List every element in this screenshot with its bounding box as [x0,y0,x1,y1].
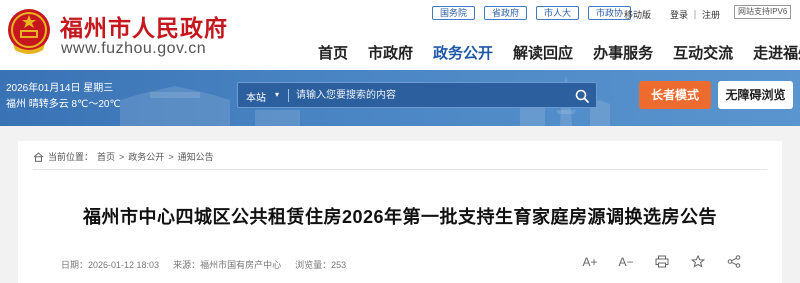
national-emblem-icon[interactable] [5,6,53,58]
search-scope-select[interactable]: 本站 [246,89,266,104]
article-card: 当前位置： 首页 > 政务公开 > 通知公告 福州市中心四城区公共租赁住房202… [18,141,782,283]
search-icon[interactable] [574,88,590,104]
article-meta: 日期：2026-01-12 18:03 来源：福州市国有房产中心 浏览量：253 [61,258,360,271]
nav-about-fuzhou[interactable]: 走进福州 [753,42,800,63]
breadcrumb-separator: > [168,151,174,162]
nav-interaction[interactable]: 互动交流 [673,42,733,63]
home-icon [33,151,44,162]
nav-government-affairs[interactable]: 政务公开 [433,42,493,63]
search-input[interactable] [296,87,566,104]
divider [33,169,767,170]
date-text: 2026年01月14日 星期三 [6,83,114,94]
breadcrumb-item-notices[interactable]: 通知公告 [178,150,214,163]
top-link-province[interactable]: 省政府 [484,6,528,20]
login-register-link[interactable]: 登录 ｜ 注册 [670,8,720,21]
article-tools: A+ A− [579,254,745,270]
accessible-browsing-button[interactable]: 无障碍浏览 [718,81,793,109]
nav-home[interactable]: 首页 [318,42,348,63]
site-domain: www.fuzhou.gov.cn [61,40,207,57]
top-links: 国务院 省政府 市人大 市政协 [432,6,632,20]
elder-mode-button[interactable]: 长者模式 [639,81,711,109]
search-box: 本站 ▾ [237,82,597,108]
chevron-down-icon[interactable]: ▾ [275,90,279,99]
breadcrumb-label: 当前位置： [48,152,94,162]
top-link-state-council[interactable]: 国务院 [432,6,476,20]
share-button[interactable] [723,254,745,270]
breadcrumb-item-government-affairs[interactable]: 政务公开 [128,150,164,163]
breadcrumb-item-home[interactable]: 首页 [97,150,115,163]
breadcrumb-separator: > [119,151,125,162]
nav-city-government[interactable]: 市政府 [368,42,413,63]
search-divider [288,89,289,102]
article-title: 福州市中心四城区公共租赁住房2026年第一批支持生育家庭房源调换选房公告 [82,207,718,227]
site-header: 福州市人民政府 www.fuzhou.gov.cn 国务院 省政府 市人大 市政… [0,0,800,70]
article-source: 来源：福州市国有房产中心 [173,260,282,270]
nav-services[interactable]: 办事服务 [593,42,653,63]
nav-interpretation[interactable]: 解读回应 [513,42,573,63]
mobile-version-link[interactable]: 移动版 [624,8,651,21]
print-icon [655,255,669,268]
star-icon [691,255,705,268]
top-link-peoples-congress[interactable]: 市人大 [536,6,580,20]
print-button[interactable] [651,254,673,270]
weather-text: 福州 晴转多云 8℃～20℃ [6,99,121,110]
share-icon [727,255,741,268]
site-name[interactable]: 福州市人民政府 [60,9,228,43]
ipv6-badge: 网站支持IPV6 [734,5,792,19]
favorite-button[interactable] [687,254,709,270]
font-decrease-button[interactable]: A− [615,254,637,270]
search-banner: 2026年01月14日 星期三 福州 晴转多云 8℃～20℃ 本站 ▾ 长者模式… [0,70,800,126]
publish-date: 日期：2026-01-12 18:03 [61,260,160,270]
font-increase-button[interactable]: A+ [579,254,601,270]
main-nav: 首页 市政府 政务公开 解读回应 办事服务 互动交流 走进福州 [318,42,800,63]
breadcrumb: 当前位置： 首页 > 政务公开 > 通知公告 [33,150,218,163]
view-count: 浏览量：253 [295,260,347,270]
